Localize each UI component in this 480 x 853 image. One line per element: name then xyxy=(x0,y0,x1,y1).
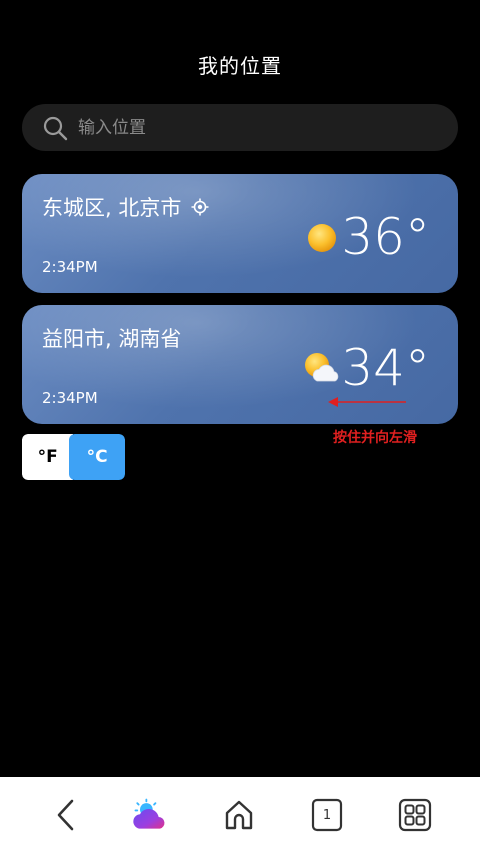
celsius-button[interactable]: °C xyxy=(69,434,125,480)
swipe-hint-text: 按住并向左滑 xyxy=(333,430,417,446)
local-time: 2:34PM xyxy=(42,389,98,407)
temperature: 36° xyxy=(341,208,430,266)
temperature: 34° xyxy=(341,339,430,397)
weather-app-button[interactable] xyxy=(130,795,170,835)
page-title: 我的位置 xyxy=(198,54,282,78)
home-icon xyxy=(225,800,253,830)
local-time: 2:34PM xyxy=(42,258,98,276)
weather-app-icon xyxy=(133,798,165,829)
tabs-button[interactable]: 1 xyxy=(307,795,347,835)
swipe-left-arrow xyxy=(328,397,406,407)
temperature-unit-toggle: °F °C xyxy=(22,434,125,480)
search-icon xyxy=(43,116,68,140)
city-name: 东城区, 北京市 xyxy=(42,196,182,220)
tab-count: 1 xyxy=(322,807,332,823)
home-button[interactable] xyxy=(219,795,259,835)
city-name: 益阳市, 湖南省 xyxy=(42,327,182,351)
back-button[interactable] xyxy=(46,795,86,835)
location-search-bar[interactable] xyxy=(22,104,458,151)
fahrenheit-button[interactable]: °F xyxy=(22,434,74,480)
location-city: 东城区, 北京市 xyxy=(42,192,209,222)
search-input[interactable] xyxy=(78,117,438,138)
location-city: 益阳市, 湖南省 xyxy=(42,323,181,353)
grid-menu-icon xyxy=(398,798,432,832)
my-locations-screen: 我的位置 东城区, 北京市 2:34PM xyxy=(0,0,480,853)
chevron-left-icon xyxy=(57,799,74,831)
sunny-icon xyxy=(308,224,336,252)
browser-navigation-bar: 1 xyxy=(0,777,480,853)
partly-cloudy-icon xyxy=(305,353,339,382)
menu-button[interactable] xyxy=(395,795,435,835)
current-location-icon xyxy=(191,198,209,216)
location-card-current[interactable]: 东城区, 北京市 2:34PM 36° xyxy=(22,174,458,293)
